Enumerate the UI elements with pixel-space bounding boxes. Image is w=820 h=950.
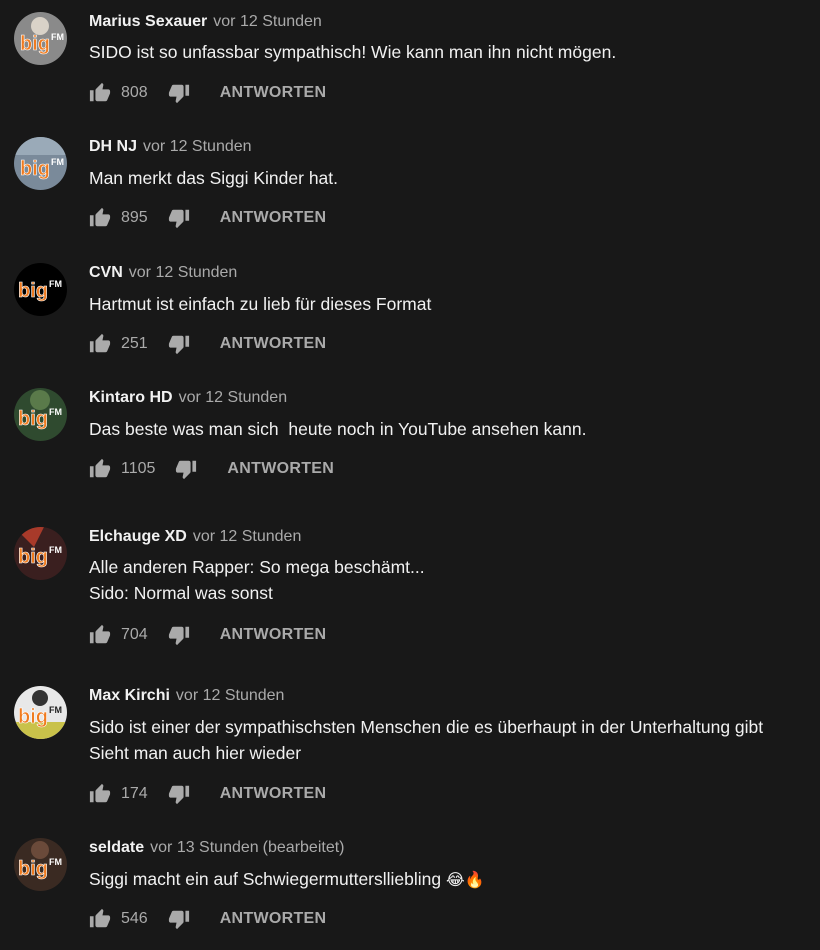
comment-line: SIDO ist so unfassbar sympathisch! Wie k… bbox=[89, 42, 617, 62]
thumbs-up-icon[interactable] bbox=[89, 783, 111, 805]
comment-line: Man merkt das Siggi Kinder hat. bbox=[89, 168, 339, 188]
author-name[interactable]: DH NJ bbox=[89, 138, 137, 155]
thumbs-up-icon[interactable] bbox=[89, 624, 111, 646]
thumbs-down-icon[interactable] bbox=[168, 624, 190, 646]
comment-actions: 174 ANTWORTEN bbox=[89, 783, 326, 805]
comment-text: Siggi macht ein auf Schwiegermuttersllie… bbox=[89, 866, 485, 893]
comment-line: Alle anderen Rapper: So mega beschämt... bbox=[89, 557, 425, 577]
avatar[interactable]: big FM bbox=[14, 137, 67, 190]
like-count: 1105 bbox=[121, 460, 156, 477]
comment-text: Man merkt das Siggi Kinder hat. bbox=[89, 165, 338, 191]
comment-text: Alle anderen Rapper: So mega beschämt...… bbox=[89, 554, 425, 606]
avatar[interactable]: big FM bbox=[14, 527, 67, 580]
thumbs-down-icon[interactable] bbox=[168, 908, 190, 930]
svg-text:FM: FM bbox=[49, 279, 62, 289]
comment-header: Elchauge XD vor 12 Stunden bbox=[89, 527, 301, 547]
like-count: 174 bbox=[121, 785, 148, 802]
reply-button[interactable]: ANTWORTEN bbox=[220, 335, 327, 353]
edited-label: (bearbeitet) bbox=[262, 839, 345, 856]
thumbs-up-icon[interactable] bbox=[89, 333, 111, 355]
like-count: 895 bbox=[121, 209, 148, 226]
timestamp[interactable]: vor 12 Stunden bbox=[193, 528, 302, 545]
comment-actions: 704 ANTWORTEN bbox=[89, 624, 326, 646]
comment-line: Hartmut ist einfach zu lieb für dieses F… bbox=[89, 294, 432, 314]
author-name[interactable]: Kintaro HD bbox=[89, 389, 173, 406]
like-count: 546 bbox=[121, 910, 148, 927]
comment-text: Hartmut ist einfach zu lieb für dieses F… bbox=[89, 291, 431, 317]
comment-line: Sieht man auch hier wieder bbox=[89, 743, 302, 763]
avatar[interactable]: big FM bbox=[14, 263, 67, 316]
author-name[interactable]: Max Kirchi bbox=[89, 687, 170, 704]
comment-actions: 546 ANTWORTEN bbox=[89, 908, 326, 930]
svg-text:big: big bbox=[18, 280, 48, 302]
timestamp[interactable]: vor 12 Stunden bbox=[129, 264, 238, 281]
timestamp[interactable]: vor 12 Stunden bbox=[176, 687, 285, 704]
timestamp[interactable]: vor 12 Stunden bbox=[143, 138, 252, 155]
thumbs-down-icon[interactable] bbox=[168, 333, 190, 355]
like-count: 808 bbox=[121, 84, 148, 101]
svg-text:big: big bbox=[18, 858, 48, 880]
timestamp[interactable]: vor 13 Stunden bbox=[150, 839, 259, 856]
comment-line-text: Siggi macht ein auf Schwiegermuttersllie… bbox=[89, 869, 442, 889]
comment-text: SIDO ist so unfassbar sympathisch! Wie k… bbox=[89, 39, 616, 65]
comment-actions: 251 ANTWORTEN bbox=[89, 333, 326, 355]
like-count: 251 bbox=[121, 335, 148, 352]
avatar[interactable]: big FM bbox=[14, 838, 67, 891]
svg-text:big: big bbox=[20, 33, 50, 55]
thumbs-up-icon[interactable] bbox=[89, 908, 111, 930]
comment-header: seldate vor 13 Stunden (bearbeitet) bbox=[89, 838, 345, 858]
comment-actions: 1105 ANTWORTEN bbox=[89, 458, 334, 480]
svg-text:FM: FM bbox=[49, 705, 62, 715]
comment-header: DH NJ vor 12 Stunden bbox=[89, 137, 252, 157]
svg-text:FM: FM bbox=[49, 545, 62, 555]
timestamp[interactable]: vor 12 Stunden bbox=[179, 389, 288, 406]
comment-line: Sido ist einer der sympathischsten Mensc… bbox=[89, 717, 764, 737]
like-count: 704 bbox=[121, 626, 148, 643]
reply-button[interactable]: ANTWORTEN bbox=[220, 785, 327, 803]
comment-actions: 895 ANTWORTEN bbox=[89, 207, 326, 229]
comment-header: Kintaro HD vor 12 Stunden bbox=[89, 388, 287, 408]
svg-text:big: big bbox=[20, 158, 50, 180]
thumbs-down-icon[interactable] bbox=[175, 458, 197, 480]
comment-header: CVN vor 12 Stunden bbox=[89, 263, 237, 283]
author-name[interactable]: Marius Sexauer bbox=[89, 13, 207, 30]
comment-header: Marius Sexauer vor 12 Stunden bbox=[89, 12, 322, 32]
svg-text:FM: FM bbox=[51, 157, 64, 167]
svg-text:FM: FM bbox=[49, 857, 62, 867]
avatar[interactable]: big FM bbox=[14, 686, 67, 739]
thumbs-up-icon[interactable] bbox=[89, 458, 111, 480]
avatar[interactable]: big FM bbox=[14, 12, 67, 65]
thumbs-down-icon[interactable] bbox=[168, 783, 190, 805]
comment-line: Sido: Normal was sonst bbox=[89, 583, 273, 603]
author-name[interactable]: CVN bbox=[89, 264, 123, 281]
svg-text:FM: FM bbox=[49, 407, 62, 417]
comment-actions: 808 ANTWORTEN bbox=[89, 82, 326, 104]
reply-button[interactable]: ANTWORTEN bbox=[220, 209, 327, 227]
comment-text: Das beste was man sich heute noch in You… bbox=[89, 416, 586, 442]
comment-line: Das beste was man sich heute noch in You… bbox=[89, 419, 587, 439]
avatar[interactable]: big FM bbox=[14, 388, 67, 441]
emoji: 😂🔥 bbox=[446, 870, 485, 889]
author-name[interactable]: Elchauge XD bbox=[89, 528, 187, 545]
svg-text:FM: FM bbox=[51, 32, 64, 42]
svg-text:big: big bbox=[18, 706, 48, 728]
timestamp[interactable]: vor 12 Stunden bbox=[213, 13, 322, 30]
comment-header: Max Kirchi vor 12 Stunden bbox=[89, 686, 284, 706]
author-name[interactable]: seldate bbox=[89, 839, 144, 856]
comment-line: Siggi macht ein auf Schwiegermuttersllie… bbox=[89, 866, 485, 893]
reply-button[interactable]: ANTWORTEN bbox=[220, 84, 327, 102]
thumbs-down-icon[interactable] bbox=[168, 207, 190, 229]
reply-button[interactable]: ANTWORTEN bbox=[220, 910, 327, 928]
thumbs-up-icon[interactable] bbox=[89, 82, 111, 104]
reply-button[interactable]: ANTWORTEN bbox=[220, 626, 327, 644]
svg-text:big: big bbox=[18, 546, 48, 568]
svg-text:big: big bbox=[18, 408, 48, 430]
comment-text: Sido ist einer der sympathischsten Mensc… bbox=[89, 714, 763, 766]
thumbs-down-icon[interactable] bbox=[168, 82, 190, 104]
thumbs-up-icon[interactable] bbox=[89, 207, 111, 229]
reply-button[interactable]: ANTWORTEN bbox=[227, 460, 334, 478]
